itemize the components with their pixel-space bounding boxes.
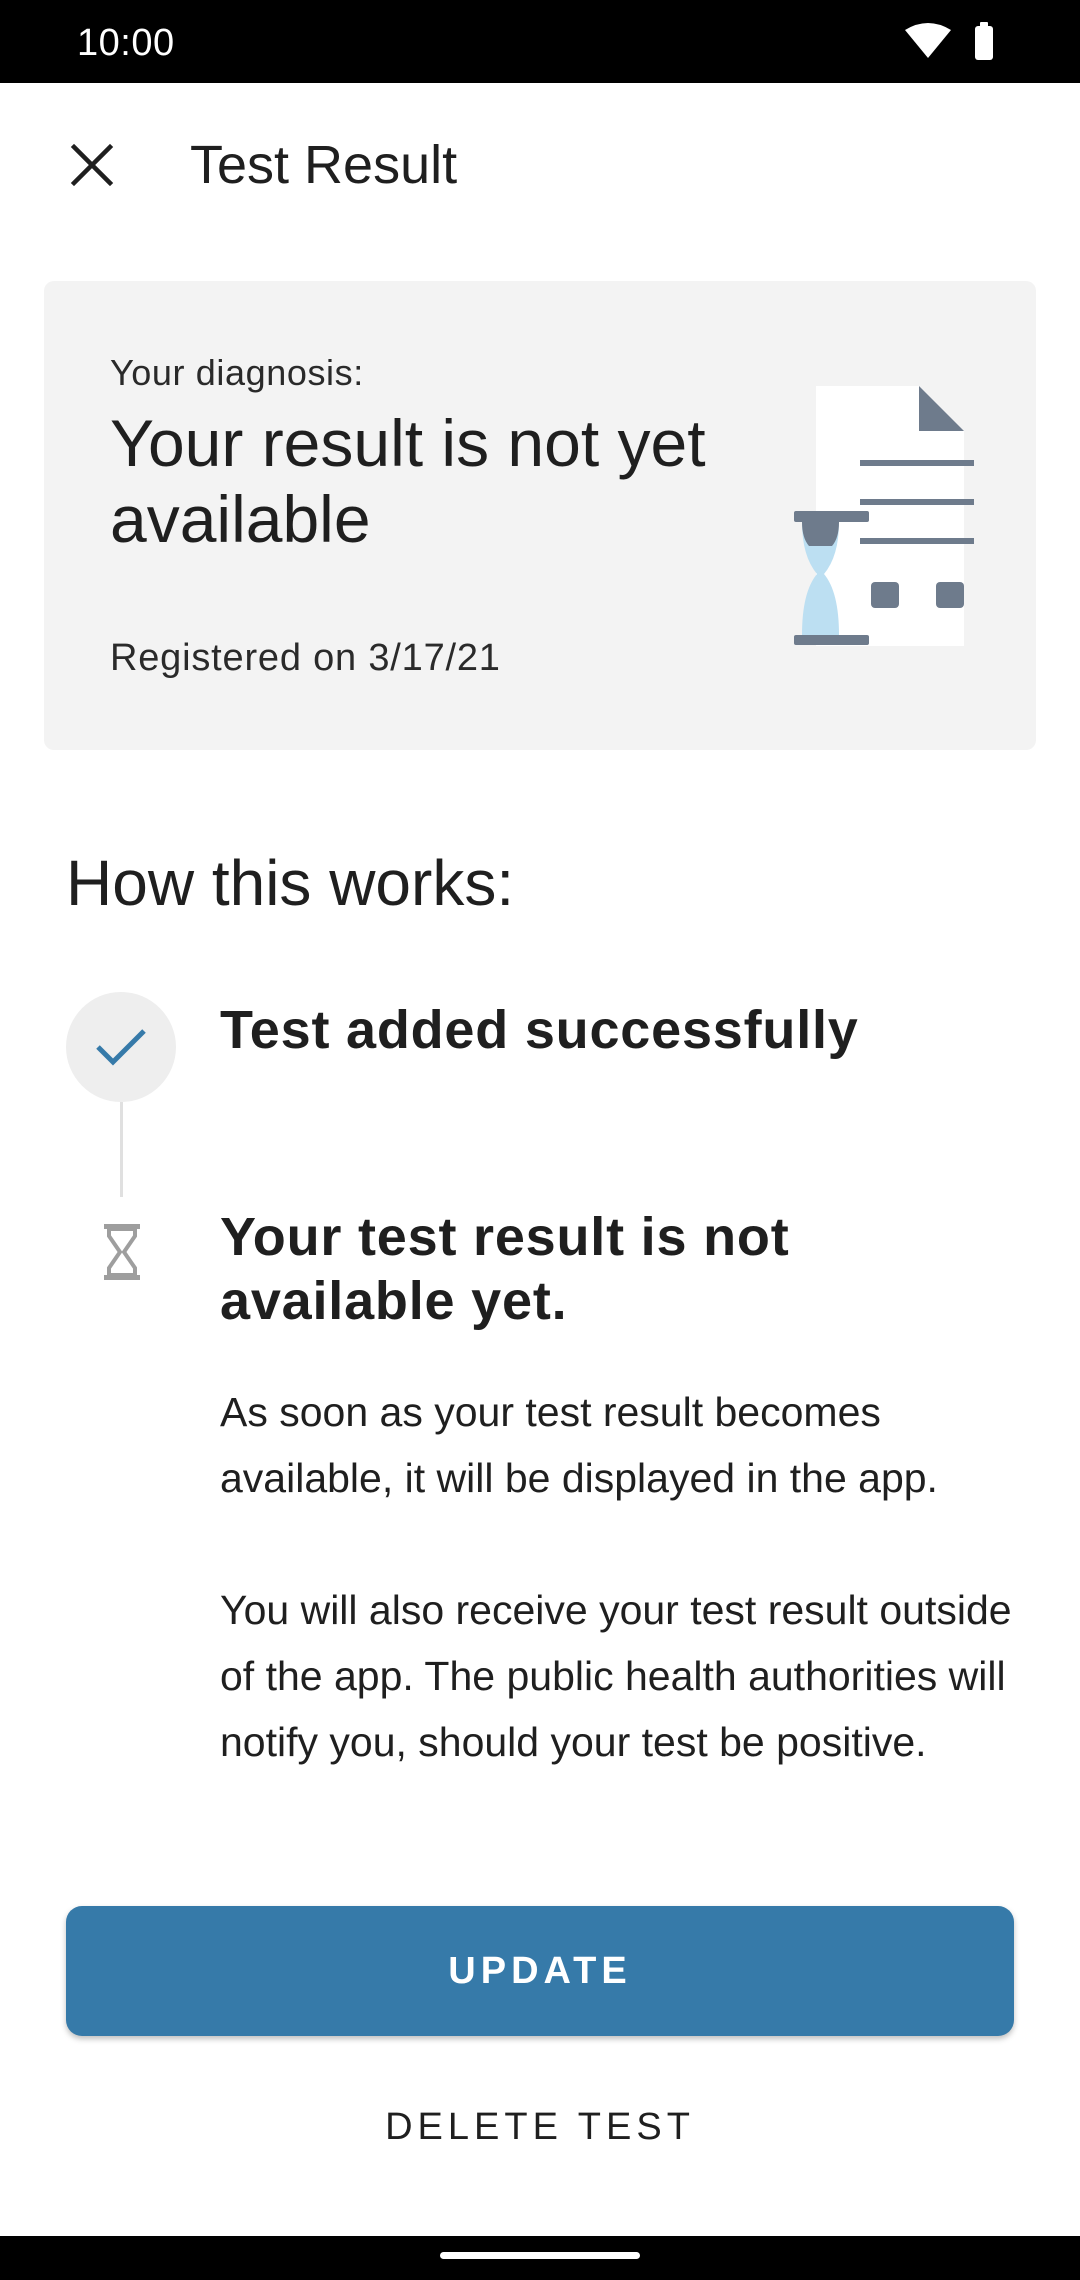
status-time: 10:00 [77, 22, 175, 64]
hourglass-icon [100, 1222, 144, 1282]
navigation-bar [0, 2236, 1080, 2280]
page-title: Test Result [190, 135, 458, 195]
home-indicator[interactable] [440, 2252, 640, 2259]
registered-date: Registered on 3/17/21 [110, 637, 501, 679]
step-2-notice: You will also receive your test result o… [220, 1587, 1012, 1765]
step-connector [120, 1102, 123, 1197]
document-hourglass-illustration [744, 386, 1014, 656]
diagnosis-title: Your result is not yet available [110, 406, 706, 556]
how-it-works-heading: How this works: [66, 847, 515, 919]
checkmark-icon [96, 1029, 146, 1066]
top-app-bar: Test Result [0, 83, 1080, 243]
step-2-description: As soon as your test result becomes avai… [220, 1389, 938, 1501]
wifi-icon [905, 23, 951, 58]
update-button[interactable]: UPDATE [66, 1906, 1014, 2036]
close-icon [70, 143, 114, 187]
step-2-title: Your test result is not available yet. [220, 1207, 790, 1331]
status-bar: 10:00 [0, 0, 1080, 83]
diagnosis-label: Your diagnosis: [110, 352, 364, 393]
status-icons [900, 22, 1010, 62]
result-card: Your diagnosis: Your result is not yet a… [44, 281, 1036, 750]
step-complete-indicator [66, 992, 176, 1102]
step-1-title: Test added successfully [220, 1000, 859, 1060]
battery-icon [975, 22, 993, 60]
close-button[interactable] [52, 125, 132, 205]
delete-test-button[interactable]: DELETE TEST [340, 2090, 740, 2164]
